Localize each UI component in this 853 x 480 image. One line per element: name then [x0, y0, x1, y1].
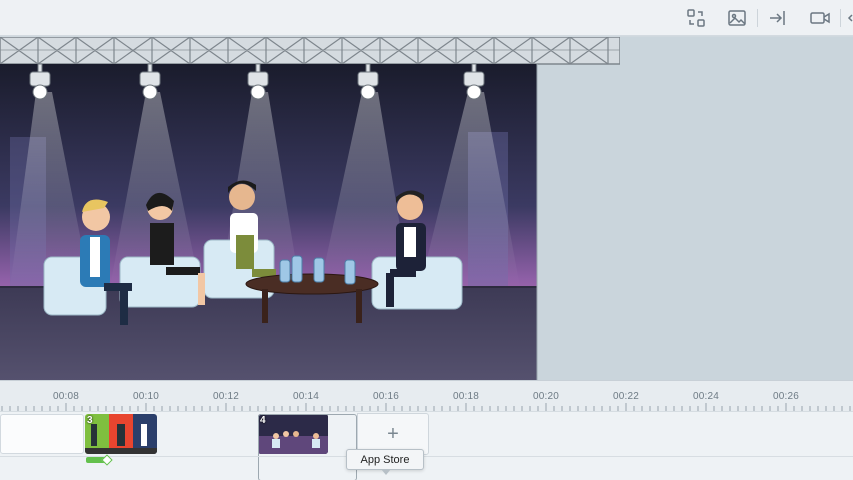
top-toolbar	[0, 0, 853, 36]
toolbar-divider	[757, 9, 758, 27]
scene-clip-3[interactable]: 3	[85, 414, 157, 454]
track-divider	[0, 456, 853, 457]
ruler-tick-label: 00:12	[212, 391, 240, 402]
timeline: 00:08 00:10 00:12 00:14 00:16 00:18 00:20 00:22…	[0, 380, 853, 480]
ruler-tick-label: 00:24	[692, 391, 720, 402]
scene-canvas[interactable]	[0, 37, 620, 380]
ruler-tick-label: 00:18	[452, 391, 480, 402]
ruler-tick-label: 00:08	[52, 391, 80, 402]
lighting-truss	[0, 37, 620, 65]
image-icon[interactable]	[725, 6, 749, 30]
ruler-tick-label: 00:16	[372, 391, 400, 402]
ruler-tick-label: 00:20	[532, 391, 560, 402]
enter-icon[interactable]	[766, 6, 790, 30]
clip-number: 4	[260, 415, 266, 426]
tooltip: App Store	[346, 449, 424, 475]
toolbar-divider	[840, 9, 841, 27]
clip-thumbnail	[85, 414, 157, 454]
scene-track: 3 4 +	[0, 411, 853, 480]
clip-number: 3	[87, 415, 93, 426]
swap-layout-icon[interactable]	[684, 6, 708, 30]
canvas-workspace: − +	[0, 37, 853, 411]
ruler-tick-label: 00:26	[772, 391, 800, 402]
camera-icon[interactable]	[808, 6, 832, 30]
plus-icon: +	[387, 422, 399, 445]
scene-clip[interactable]	[0, 414, 84, 454]
ruler-tick-label: 00:22	[612, 391, 640, 402]
scene-clip-4-frame	[258, 414, 357, 480]
more-icon[interactable]	[846, 6, 853, 30]
time-ruler[interactable]	[0, 381, 853, 411]
ruler-tick-label: 00:14	[292, 391, 320, 402]
ruler-tick-label: 00:10	[132, 391, 160, 402]
